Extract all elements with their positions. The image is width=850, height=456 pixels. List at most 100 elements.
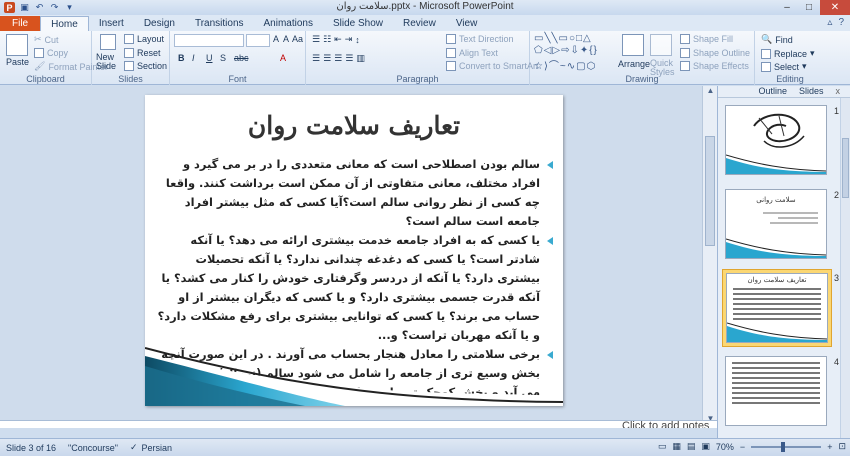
tab-insert[interactable]: Insert — [89, 16, 134, 31]
current-slide[interactable]: تعاریف سلامت روان سالم بودن اصطلاحی است … — [145, 95, 563, 406]
paint-bucket-icon — [680, 34, 690, 44]
powerpoint-app-icon[interactable]: P — [4, 2, 15, 13]
copy-icon — [34, 48, 44, 58]
new-slide-button[interactable]: New Slide — [96, 53, 120, 71]
thumbnail-line — [733, 293, 821, 295]
font-size-select[interactable] — [246, 34, 270, 47]
save-icon[interactable]: ▣ — [19, 2, 30, 13]
font-color-button[interactable]: A — [280, 53, 286, 63]
slide-title[interactable]: تعاریف سلامت روان — [145, 111, 563, 140]
zoom-level[interactable]: 70% — [716, 442, 734, 452]
shape-outline-button[interactable]: Shape Outline — [680, 48, 750, 58]
thumbnail-line — [763, 212, 818, 214]
cut-button[interactable]: ✂ Cut — [34, 34, 59, 45]
tab-outline[interactable]: Outline — [758, 86, 787, 97]
slide-thumbnail-4[interactable] — [722, 353, 832, 431]
scroll-up-icon[interactable]: ▲ — [703, 86, 718, 98]
slide-thumbnail-3[interactable]: تعاریف سلامت روان — [722, 269, 832, 347]
text-direction-button[interactable]: Text Direction — [446, 34, 514, 44]
redo-icon[interactable]: ↷ — [49, 2, 60, 13]
replace-button[interactable]: Replace ▾ — [761, 48, 815, 59]
tab-transitions[interactable]: Transitions — [185, 16, 254, 31]
shapes-gallery-row3[interactable]: ☆⟩⌒~∿▢⬡ — [534, 57, 596, 72]
align-text-button[interactable]: Align Text — [446, 48, 498, 58]
shapes-gallery[interactable]: ▭╲╲▭○□△ — [534, 33, 592, 44]
language-indicator[interactable]: ✓ Persian — [124, 442, 178, 453]
justify-icon: ☰ — [345, 53, 354, 63]
customize-icon[interactable]: ▾ — [64, 2, 75, 13]
tab-view[interactable]: View — [446, 16, 488, 31]
panel-close-icon[interactable]: x — [836, 86, 841, 97]
zoom-slider-handle[interactable] — [781, 441, 786, 452]
slide-thumbnail-1[interactable] — [722, 102, 832, 180]
maximize-button[interactable]: □ — [798, 0, 820, 15]
thumb-swoosh — [726, 238, 826, 258]
panel-scrollbar[interactable] — [840, 98, 850, 438]
grow-font-button[interactable]: A — [273, 34, 279, 44]
thumbnail-line — [778, 217, 818, 219]
thumbnail-line — [770, 222, 818, 224]
bold-button[interactable]: B — [178, 53, 185, 63]
scissors-icon: ✂ — [34, 34, 42, 44]
normal-view-icon[interactable]: ▭ — [658, 441, 667, 452]
minimize-button[interactable]: – — [776, 0, 798, 15]
slide-sorter-icon[interactable]: ▦ — [672, 441, 681, 452]
find-button[interactable]: 🔍 Find — [761, 34, 793, 45]
copy-button[interactable]: Copy — [34, 48, 68, 58]
close-button[interactable]: ✕ — [820, 0, 850, 15]
tab-animations[interactable]: Animations — [254, 16, 323, 31]
spellcheck-icon: ✓ — [129, 442, 138, 452]
italic-button[interactable]: I — [192, 53, 195, 63]
slide-thumbnail-2[interactable]: سلامت روانی — [722, 186, 832, 264]
section-button[interactable]: Section — [124, 61, 167, 71]
select-button[interactable]: Select ▾ — [761, 61, 807, 72]
shapes-gallery-row2[interactable]: ⬠◁▷⇨⇩✦{} — [534, 45, 598, 56]
binoculars-icon: 🔍 — [761, 34, 773, 44]
tab-home[interactable]: Home — [40, 16, 89, 31]
arrange-icon — [622, 34, 644, 56]
strikethrough-button[interactable]: abc — [234, 53, 249, 63]
arrange-button[interactable]: Arrange — [618, 59, 650, 69]
slide-vertical-scrollbar[interactable]: ▲ ▼ — [702, 86, 717, 426]
reading-view-icon[interactable]: ▤ — [687, 441, 696, 452]
zoom-slider[interactable] — [751, 441, 822, 452]
zoom-out-icon[interactable]: − — [740, 442, 745, 452]
layout-button[interactable]: Layout — [124, 34, 164, 44]
undo-icon[interactable]: ↶ — [34, 2, 45, 13]
convert-smartart-button[interactable]: Convert to SmartArt — [446, 61, 539, 71]
shape-fill-button[interactable]: Shape Fill — [680, 34, 733, 44]
drawing-group: ▭╲╲▭○□△ ⬠◁▷⇨⇩✦{} ☆⟩⌒~∿▢⬡ Arrange Quick S… — [530, 31, 755, 85]
ribbon-minimize-icon[interactable]: ▵ — [827, 17, 832, 28]
chevron-down-icon: ▾ — [802, 61, 807, 71]
shrink-font-button[interactable]: A — [283, 34, 289, 44]
tab-file[interactable]: File — [0, 16, 41, 31]
clear-format-button[interactable]: Aa — [292, 34, 303, 44]
fit-window-icon[interactable]: ⊡ — [838, 441, 846, 452]
tab-design[interactable]: Design — [134, 16, 185, 31]
shadow-button[interactable]: S — [220, 53, 226, 63]
zoom-in-icon[interactable]: + — [827, 442, 832, 452]
notes-pane[interactable]: Click to add notes — [0, 420, 717, 428]
underline-button[interactable]: U — [206, 53, 213, 63]
tab-slides[interactable]: Slides — [799, 86, 824, 97]
scroll-thumb[interactable] — [705, 136, 715, 246]
panel-scroll-thumb[interactable] — [842, 138, 849, 198]
new-slide-icon — [100, 34, 116, 50]
tab-review[interactable]: Review — [393, 16, 446, 31]
thumbnail-line — [732, 367, 820, 369]
slideshow-icon[interactable]: ▣ — [701, 441, 710, 452]
theme-name[interactable]: "Concourse" — [62, 443, 124, 453]
font-name-select[interactable] — [174, 34, 244, 47]
bullets-button[interactable]: ☰ ☷ ⇤ ⇥ ↕ — [312, 34, 360, 45]
tab-slide-show[interactable]: Slide Show — [323, 16, 393, 31]
thumb-swoosh — [726, 154, 826, 174]
slides-group: New Slide Layout Reset Section Slides — [92, 31, 170, 85]
slide-counter: Slide 3 of 16 — [6, 442, 57, 453]
align-buttons[interactable]: ☰ ☰ ☰ ☰ ▥ — [312, 53, 365, 64]
thumbnail-line — [732, 397, 820, 399]
quick-styles-icon — [650, 34, 672, 56]
shape-effects-button[interactable]: Shape Effects — [680, 61, 749, 71]
reset-button[interactable]: Reset — [124, 48, 161, 58]
help-icon[interactable]: ? — [838, 17, 844, 28]
paste-button[interactable]: Paste — [6, 57, 29, 67]
